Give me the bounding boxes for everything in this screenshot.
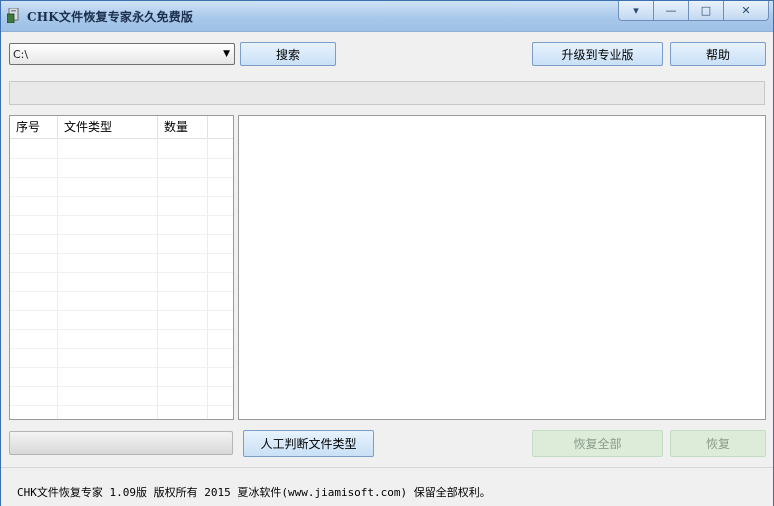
identify-file-type-button[interactable]: 人工判断文件类型 — [243, 430, 374, 457]
window-controls: ▾ — □ ✕ — [618, 1, 769, 21]
column-divider — [57, 138, 58, 419]
row-gridline — [10, 386, 233, 387]
minimize-button[interactable]: — — [654, 1, 689, 21]
recover-all-button[interactable]: 恢复全部 — [532, 430, 663, 457]
dropdown-arrow-icon: ▼ — [223, 49, 230, 59]
row-gridline — [10, 329, 233, 330]
row-gridline — [10, 272, 233, 273]
row-gridline — [10, 215, 233, 216]
row-gridline — [10, 177, 233, 178]
search-button[interactable]: 搜索 — [240, 42, 336, 66]
row-gridline — [10, 158, 233, 159]
menu-dropdown-icon[interactable]: ▾ — [618, 1, 654, 21]
file-type-list[interactable]: 序号 文件类型 数量 — [9, 115, 234, 420]
file-detail-pane[interactable] — [238, 115, 766, 420]
upgrade-button[interactable]: 升级到专业版 — [532, 42, 663, 66]
close-button[interactable]: ✕ — [724, 1, 769, 21]
copyright-text: CHK文件恢复专家 1.09版 版权所有 2015 夏冰软件(www.jiami… — [17, 486, 491, 499]
recover-button[interactable]: 恢复 — [670, 430, 766, 457]
app-icon — [7, 8, 19, 23]
window-title: CHK文件恢复专家永久免费版 — [27, 10, 194, 24]
row-gridline — [10, 196, 233, 197]
list-header: 序号 文件类型 数量 — [10, 116, 233, 139]
row-gridline — [10, 367, 233, 368]
maximize-button[interactable]: □ — [689, 1, 724, 21]
column-header-count[interactable]: 数量 — [158, 116, 208, 138]
row-gridline — [10, 310, 233, 311]
status-bar: CHK文件恢复专家 1.09版 版权所有 2015 夏冰软件(www.jiami… — [1, 467, 773, 506]
column-header-index[interactable]: 序号 — [10, 116, 58, 138]
row-gridline — [10, 348, 233, 349]
app-window: CHK文件恢复专家永久免费版 ▾ — □ ✕ C:\ ▼ 搜索 升级到专业版 帮… — [0, 0, 774, 506]
scan-progress-bar — [9, 81, 765, 105]
column-divider — [207, 138, 208, 419]
title-bar: CHK文件恢复专家永久免费版 ▾ — □ ✕ — [1, 1, 773, 32]
row-gridline — [10, 405, 233, 406]
recovery-progress-bar — [9, 431, 233, 455]
drive-select[interactable]: C:\ ▼ — [9, 43, 235, 65]
column-header-type[interactable]: 文件类型 — [58, 116, 158, 138]
column-divider — [157, 138, 158, 419]
drive-select-value: C:\ — [13, 48, 29, 61]
row-gridline — [10, 234, 233, 235]
help-button[interactable]: 帮助 — [670, 42, 766, 66]
row-gridline — [10, 291, 233, 292]
row-gridline — [10, 253, 233, 254]
